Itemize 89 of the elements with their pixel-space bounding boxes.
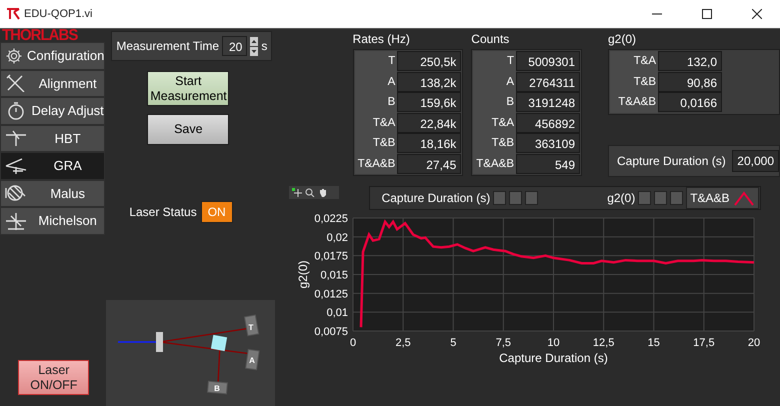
- x-tick-label: 15: [647, 336, 660, 348]
- row-label: B: [473, 92, 516, 112]
- x-tick-label: 5: [450, 336, 456, 348]
- sidebar-item[interactable]: Michelson: [0, 207, 106, 234]
- table-title: g2(0): [608, 32, 638, 48]
- row-label: B: [354, 92, 398, 112]
- row-label: T: [354, 51, 398, 72]
- row-label: T&A&B: [354, 154, 398, 174]
- row-label: T&A: [354, 112, 398, 133]
- row-label: T&B: [610, 72, 658, 92]
- x-scale-label: Capture Duration (s): [382, 190, 490, 204]
- line-sample-icon: [732, 190, 755, 206]
- sidebar-item[interactable]: Delay Adjust: [0, 97, 106, 124]
- y-tick-label: 0,015: [320, 269, 348, 281]
- value-display: 18,16k: [397, 133, 462, 153]
- close-icon[interactable]: [752, 9, 762, 19]
- decrement-icon[interactable]: [250, 46, 258, 56]
- y-tick-label: 0,0075: [314, 326, 348, 338]
- y-tick-label: 0,0175: [314, 250, 348, 262]
- save-button[interactable]: Save: [147, 114, 230, 145]
- interferometer-icon: [5, 212, 27, 230]
- row-label: T: [473, 51, 516, 72]
- value-display: 363109: [516, 133, 580, 153]
- row-label: T&A: [610, 51, 658, 72]
- x-axis-label: Capture Duration (s): [498, 350, 608, 364]
- x-tick-label: 7,5: [495, 336, 511, 348]
- value-display: 138,2k: [397, 72, 462, 92]
- app-icon: [6, 8, 20, 20]
- row-label: T&A&B: [473, 154, 516, 174]
- laser-toggle-button[interactable]: Laser ON/OFF: [18, 360, 90, 395]
- sidebar-item[interactable]: Alignment: [0, 70, 106, 97]
- x-tick-label: 12,5: [592, 336, 614, 348]
- measurement-time-field[interactable]: 20: [222, 36, 248, 56]
- value-display: 159,6k: [397, 92, 462, 112]
- row-label: T&A: [473, 112, 516, 133]
- row-label: T&B: [354, 133, 398, 154]
- value-display: 90,86: [658, 72, 722, 92]
- start-button[interactable]: Start Measurement: [147, 71, 230, 106]
- sidebar-item[interactable]: Configuration: [0, 42, 106, 70]
- row-label: T&A&B: [610, 92, 658, 112]
- plot-legend[interactable]: T&A&B: [686, 186, 759, 208]
- y-tick-label: 0,0125: [314, 288, 348, 300]
- measurement-time-label: Measurement Time: [116, 39, 220, 53]
- x-tick-label: 17,5: [692, 336, 714, 348]
- x-tick-label: 20: [747, 336, 760, 348]
- table-title: Rates (Hz): [352, 32, 411, 48]
- laser-status-label: Laser Status: [129, 205, 197, 219]
- polarizer-icon: [5, 184, 27, 202]
- value-display: 549: [516, 154, 580, 174]
- y-tick-label: 0,01: [326, 306, 348, 319]
- beam-split-icon: [5, 129, 27, 148]
- value-display: 132,0: [658, 51, 722, 71]
- value-display: 27,45: [397, 154, 462, 174]
- x-tick-label: 10: [546, 336, 560, 348]
- gear-icon: [5, 46, 23, 65]
- zoom-icon[interactable]: [304, 188, 315, 196]
- y-tick-label: 0,02: [326, 231, 348, 244]
- beam-split-icon: [5, 156, 27, 175]
- setup-drawing: T A B: [106, 300, 276, 406]
- row-label: A: [473, 72, 516, 92]
- cursor-icon[interactable]: [292, 188, 302, 196]
- row-label: T&B: [473, 133, 516, 154]
- y-scale-label: g2(0): [607, 190, 636, 204]
- hand-icon[interactable]: [318, 188, 328, 196]
- y-tick-label: 0,0225: [314, 212, 348, 224]
- value-display: 3191248: [516, 92, 580, 112]
- table-title: Counts: [471, 32, 510, 48]
- value-display: 5009301: [516, 51, 580, 71]
- x-tick-label: 0: [350, 336, 356, 348]
- window-title: EDU-QOP1.vi: [24, 8, 94, 20]
- value-display: 0,0166: [658, 92, 722, 112]
- capture-duration-field[interactable]: 20,000: [732, 150, 779, 172]
- value-display: 2764311: [516, 72, 580, 92]
- value-display: 22,84k: [397, 112, 462, 132]
- unit-label: s: [261, 39, 268, 53]
- tools-icon: [5, 74, 27, 92]
- value-display: 456892: [516, 112, 580, 132]
- sidebar-item[interactable]: HBT: [0, 124, 106, 152]
- increment-icon[interactable]: [250, 36, 258, 46]
- sidebar-item[interactable]: Malus: [0, 180, 106, 207]
- sidebar-item[interactable]: GRA: [0, 152, 106, 180]
- laser-status-indicator: ON: [200, 201, 233, 223]
- y-axis-label: g2(0): [296, 260, 310, 288]
- value-display: 250,5k: [397, 51, 462, 71]
- logo: THORLABS: [1, 28, 79, 42]
- maximize-icon[interactable]: [702, 9, 712, 19]
- row-label: A: [354, 72, 398, 92]
- x-tick-label: 2,5: [395, 336, 410, 348]
- capture-duration-label: Capture Duration (s): [617, 154, 726, 168]
